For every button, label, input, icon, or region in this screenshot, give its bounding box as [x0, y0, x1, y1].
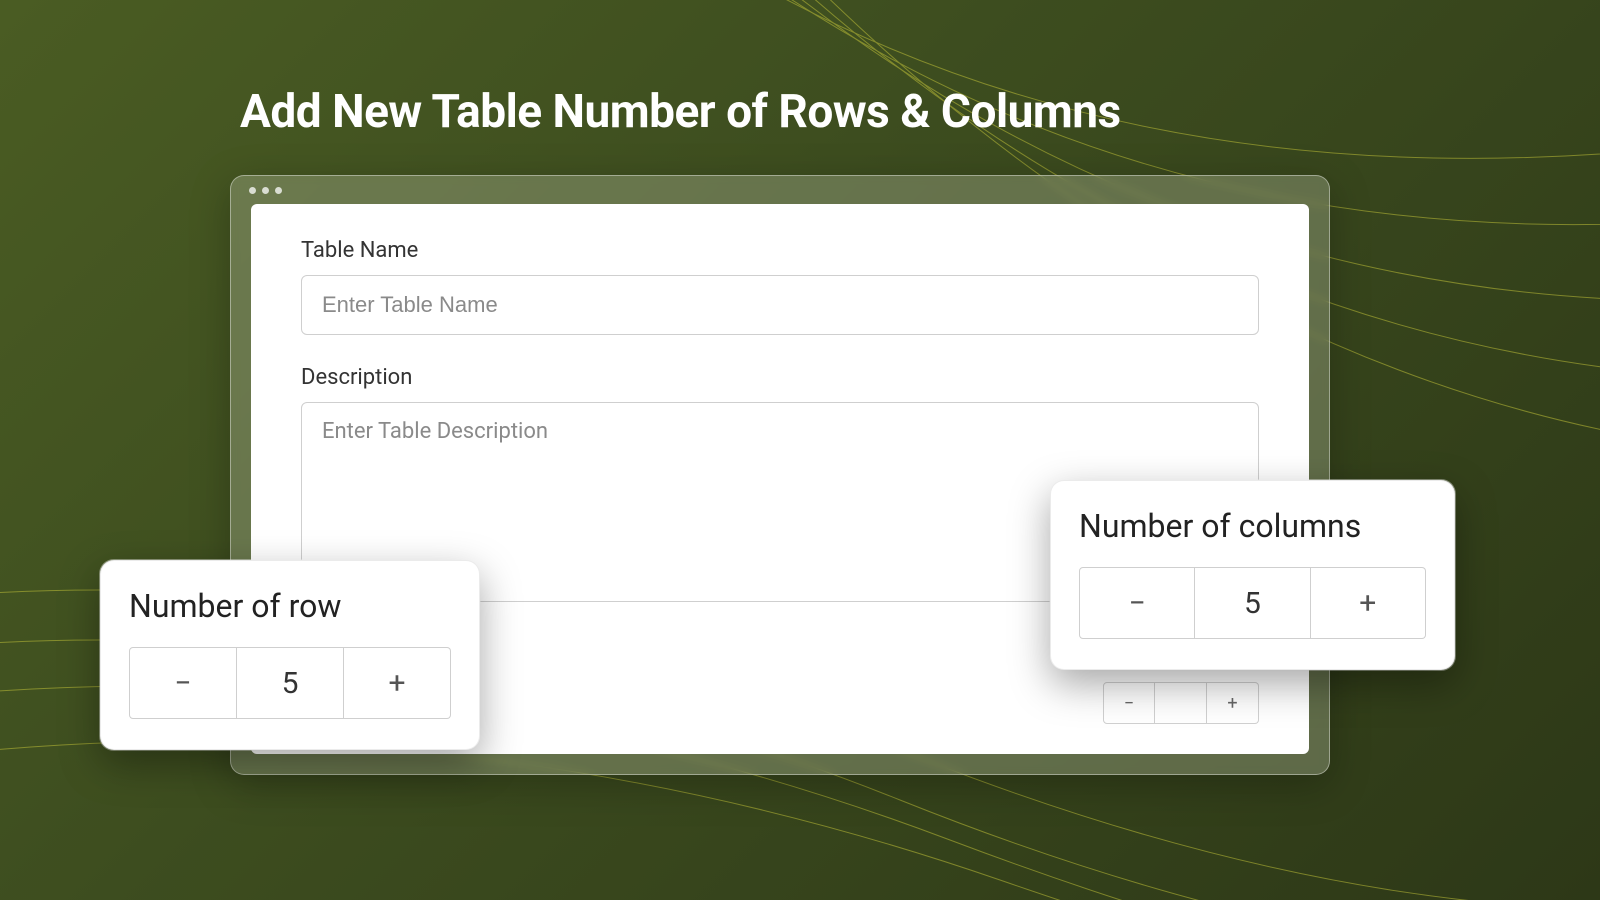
rows-stepper: − 5 +	[129, 647, 451, 719]
table-name-group: Table Name	[301, 238, 1259, 335]
window-dot	[249, 187, 256, 194]
columns-decrement-button[interactable]: −	[1079, 567, 1195, 639]
rows-value: 5	[237, 647, 344, 719]
stepper-value-small	[1155, 682, 1207, 724]
window-dot	[275, 187, 282, 194]
plus-icon: +	[388, 666, 405, 701]
columns-stepper: − 5 +	[1079, 567, 1426, 639]
rows-increment-button[interactable]: +	[344, 647, 451, 719]
page-title: Add New Table Number of Rows & Columns	[240, 85, 1121, 139]
columns-increment-button[interactable]: +	[1311, 567, 1426, 639]
rows-label: Number of row	[129, 587, 451, 625]
columns-label: Number of columns	[1079, 507, 1426, 545]
plus-icon[interactable]: +	[1207, 682, 1259, 724]
description-label: Description	[301, 365, 1259, 390]
window-dot	[262, 187, 269, 194]
window-titlebar	[231, 176, 1329, 204]
table-name-input[interactable]	[301, 275, 1259, 335]
plus-icon: +	[1359, 586, 1376, 621]
rows-decrement-button[interactable]: −	[129, 647, 237, 719]
minus-icon: −	[174, 666, 191, 701]
table-name-label: Table Name	[301, 238, 1259, 263]
columns-popup: Number of columns − 5 +	[1050, 480, 1455, 670]
minus-icon[interactable]: −	[1103, 682, 1155, 724]
columns-stepper-small: − +	[1103, 682, 1259, 724]
rows-popup: Number of row − 5 +	[100, 560, 480, 750]
columns-value: 5	[1195, 567, 1310, 639]
window-controls	[249, 187, 282, 194]
minus-icon: −	[1129, 586, 1146, 621]
